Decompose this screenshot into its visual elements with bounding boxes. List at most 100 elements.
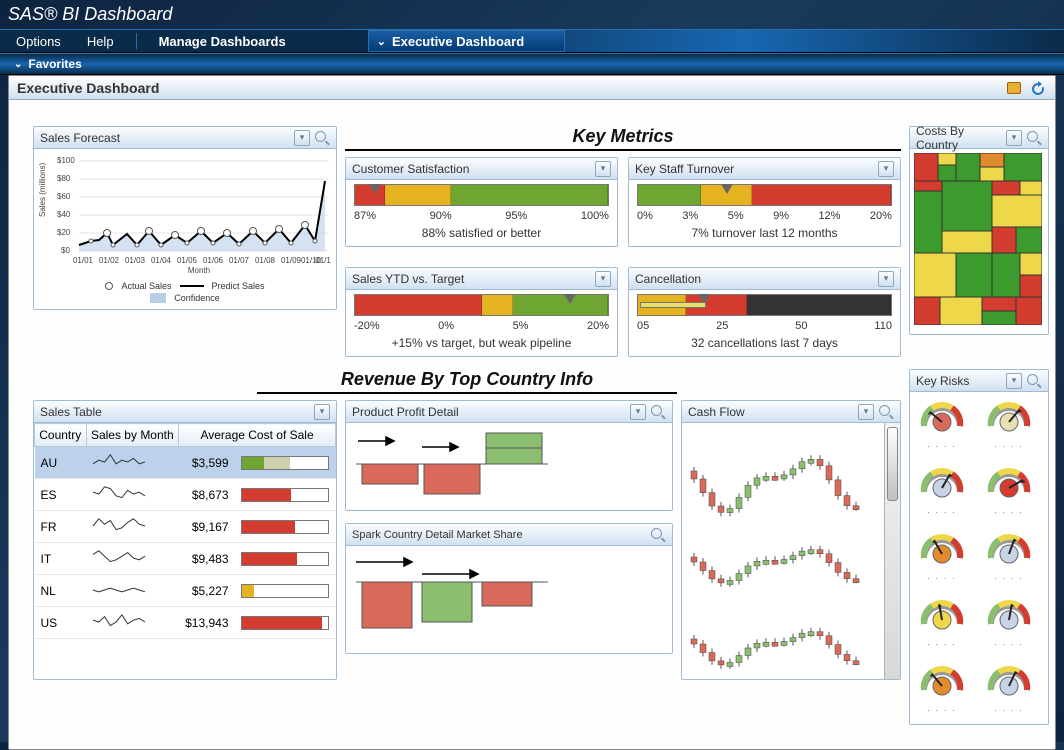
portlet-title: Cash Flow [688, 405, 745, 419]
legend-predict: Predict Sales [212, 281, 265, 291]
legend-confidence: Confidence [174, 293, 220, 303]
svg-text:$60: $60 [57, 192, 71, 201]
risk-gauge: . . . . [914, 396, 970, 456]
dropdown-icon[interactable]: ▾ [314, 404, 330, 420]
refresh-icon[interactable] [1029, 80, 1047, 96]
menu-manage-dashboards[interactable]: Manage Dashboards [155, 32, 290, 51]
print-icon[interactable] [1005, 80, 1023, 96]
product-profit-chart [346, 423, 672, 510]
portlet-km-sytd: Sales YTD vs. Target▾-20%0%5%20%+15% vs … [345, 267, 618, 357]
dashboard-title: Executive Dashboard [17, 80, 159, 96]
svg-text:$40: $40 [57, 210, 71, 219]
portlet-title: Sales Forecast [40, 131, 120, 145]
portlet-title: Customer Satisfaction [352, 162, 469, 176]
svg-text:$80: $80 [57, 174, 71, 183]
favorites-label: Favorites [28, 57, 81, 71]
svg-text:01/06: 01/06 [203, 256, 224, 265]
portlet-costs-country: Costs By Country ▾ [909, 126, 1049, 335]
risk-gauge: . . . . [914, 660, 970, 720]
portlet-key-risks: Key Risks ▾ . . . .. . . .. . . .. . . .… [909, 369, 1049, 725]
dropdown-icon[interactable]: ▾ [595, 161, 611, 177]
svg-text:$100: $100 [57, 156, 75, 165]
svg-text:$20: $20 [57, 228, 71, 237]
magnify-icon[interactable] [1026, 130, 1042, 146]
portlet-title: Spark Country Detail Market Share [352, 529, 523, 541]
legend-actual: Actual Sales [121, 281, 171, 291]
portlet-cash-flow: Cash Flow ▾ [681, 400, 901, 680]
risk-gauge: . . . . [981, 396, 1037, 456]
risk-gauge: . . . . [914, 462, 970, 522]
main-panel: Executive Dashboard Sales Forecast ▾ [8, 75, 1056, 750]
dropdown-icon[interactable]: ▾ [630, 404, 646, 420]
section-key-metrics: Key Metrics [345, 126, 901, 151]
scrollbar-thumb[interactable] [887, 427, 898, 501]
portlet-km-cs: Customer Satisfaction▾87%90%95%100%88% s… [345, 157, 618, 247]
dashboard-header: Executive Dashboard [9, 76, 1055, 100]
magnify-icon[interactable] [650, 527, 666, 543]
sales-table[interactable]: Country Sales by Month Average Cost of S… [34, 423, 336, 639]
portlet-title: Sales YTD vs. Target [352, 272, 464, 286]
menu-options[interactable]: Options [12, 32, 65, 51]
portlet-title: Costs By Country [916, 124, 1006, 152]
y-axis-label: Sales (millions) [39, 162, 47, 217]
svg-text:01/03: 01/03 [125, 256, 146, 265]
table-row[interactable]: NL$5,227 [35, 575, 336, 607]
dropdown-icon[interactable]: ▾ [1006, 373, 1022, 389]
magnify-icon[interactable] [650, 404, 666, 420]
magnify-icon[interactable] [878, 404, 894, 420]
gauge-bar [637, 294, 892, 316]
portlet-sales-table: Sales Table ▾ Country Sales by Month Ave… [33, 400, 337, 680]
section-revenue: Revenue By Top Country Info [257, 369, 677, 394]
menu-divider [136, 33, 137, 49]
tab-label: Executive Dashboard [392, 34, 524, 49]
gauge-bar [354, 184, 609, 206]
table-row[interactable]: ES$8,673 [35, 479, 336, 511]
col-country[interactable]: Country [35, 424, 87, 447]
gauge-bar [637, 184, 892, 206]
svg-text:01/08: 01/08 [255, 256, 276, 265]
dropdown-icon[interactable]: ▾ [858, 404, 874, 420]
svg-text:01/02: 01/02 [99, 256, 120, 265]
portlet-title: Product Profit Detail [352, 405, 459, 419]
svg-text:01/04: 01/04 [151, 256, 172, 265]
risk-gauge: . . . . [914, 528, 970, 588]
portlet-sales-forecast: Sales Forecast ▾ Sales (millions) $100 $8… [33, 126, 337, 310]
scrollbar[interactable] [884, 423, 900, 679]
svg-text:01/11: 01/11 [315, 256, 331, 265]
magnify-icon[interactable] [314, 130, 330, 146]
portlet-title: Cancellation [635, 272, 701, 286]
table-row[interactable]: IT$9,483 [35, 543, 336, 575]
dropdown-icon[interactable]: ▾ [294, 130, 310, 146]
tab-executive-dashboard[interactable]: ⌄ Executive Dashboard [368, 30, 565, 52]
dropdown-icon[interactable]: ▾ [878, 161, 894, 177]
treemap-costs[interactable] [910, 149, 1048, 334]
risk-gauge: . . . . [981, 660, 1037, 720]
table-row[interactable]: US$13,943 [35, 607, 336, 639]
portlet-title: Key Staff Turnover [635, 162, 734, 176]
dropdown-icon[interactable]: ▾ [1006, 130, 1022, 146]
table-row[interactable]: AU$3,599 [35, 447, 336, 479]
spark-country-chart [346, 546, 672, 653]
dropdown-icon[interactable]: ▾ [878, 271, 894, 287]
chevron-down-icon: ⌄ [377, 35, 386, 48]
app-title: SAS® BI Dashboard [0, 0, 1064, 29]
cash-flow-chart [682, 423, 884, 679]
col-sales-month[interactable]: Sales by Month [86, 424, 179, 447]
svg-text:01/05: 01/05 [177, 256, 198, 265]
risk-gauge: . . . . [981, 594, 1037, 654]
portlet-spark-country: Spark Country Detail Market Share [345, 523, 673, 654]
dropdown-icon[interactable]: ▾ [595, 271, 611, 287]
table-row[interactable]: FR$9,167 [35, 511, 336, 543]
portlet-km-canc: Cancellation▾05255011032 cancellations l… [628, 267, 901, 357]
risk-gauge: . . . . [981, 462, 1037, 522]
portlet-product-profit: Product Profit Detail ▾ [345, 400, 673, 511]
magnify-icon[interactable] [1026, 373, 1042, 389]
favorites-bar[interactable]: ⌄ Favorites [0, 53, 1064, 75]
risk-gauge: . . . . [981, 528, 1037, 588]
svg-text:Month: Month [188, 266, 210, 275]
portlet-km-kst: Key Staff Turnover▾0%3%5%9%12%20%7% turn… [628, 157, 901, 247]
menu-help[interactable]: Help [83, 32, 118, 51]
svg-text:$0: $0 [61, 246, 70, 255]
col-avg-cost[interactable]: Average Cost of Sale [179, 424, 336, 447]
risk-gauge: . . . . [914, 594, 970, 654]
